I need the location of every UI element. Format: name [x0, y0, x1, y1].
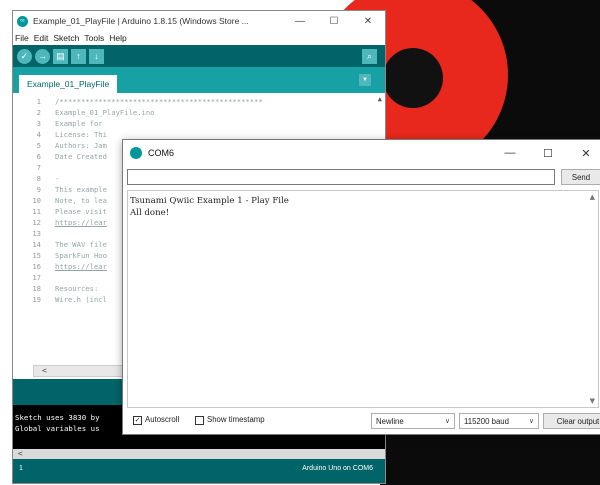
autoscroll-checkbox[interactable]: ✓: [133, 416, 142, 425]
show-timestamp-checkbox[interactable]: [195, 416, 204, 425]
baud-rate-value: 115200 baud: [464, 416, 509, 426]
console-line: Global variables us: [15, 424, 100, 433]
open-sketch-button[interactable]: ↑: [71, 48, 86, 64]
output-line: Tsunami Qwiic Example 1 - Play File: [130, 196, 289, 206]
code-line: 13: [32, 229, 41, 238]
code-line: 6 Date Created: [36, 152, 107, 161]
upload-button[interactable]: →: [35, 48, 50, 64]
send-button[interactable]: Send: [561, 169, 600, 185]
ide-footer: 1 Arduino Uno on COM6: [13, 459, 385, 483]
arduino-logo-icon: [130, 147, 142, 159]
chevron-down-icon: ∨: [444, 418, 450, 425]
chevron-down-icon: ∨: [528, 418, 534, 425]
line-number-indicator: 1: [19, 465, 23, 472]
serial-minimize-button[interactable]: —: [491, 147, 529, 159]
show-timestamp-label: Show timestamp: [207, 415, 265, 424]
code-line: 14 The WAV file: [32, 240, 107, 249]
menu-file[interactable]: File: [15, 33, 29, 43]
ide-window-title: Example_01_PlayFile | Arduino 1.8.15 (Wi…: [33, 16, 249, 26]
checkmark-icon: ✓: [20, 50, 29, 61]
serial-close-button[interactable]: ✕: [567, 147, 600, 160]
line-ending-value: Newline: [376, 416, 404, 426]
console-line: Sketch uses 3830 by: [15, 413, 100, 422]
serial-maximize-button[interactable]: ☐: [529, 147, 567, 160]
output-line: All done!: [130, 208, 170, 218]
code-line: 8-: [36, 174, 60, 183]
dropdown-arrow-icon: ▼: [362, 77, 368, 83]
code-line: 12 https://lear: [32, 218, 107, 227]
menu-tools[interactable]: Tools: [84, 33, 104, 43]
arrow-down-icon: ↓: [94, 51, 99, 61]
tab-menu-button[interactable]: ▼: [359, 74, 371, 86]
new-file-icon: ▤: [56, 50, 65, 61]
menu-sketch[interactable]: Sketch: [53, 33, 79, 43]
ide-menu-bar: File Edit Sketch Tools Help: [13, 31, 385, 45]
line-ending-select[interactable]: Newline ∨: [371, 413, 455, 429]
code-line: 15 SparkFun Hoo: [32, 251, 107, 260]
verify-button[interactable]: ✓: [17, 48, 32, 64]
code-line: 19 Wire.h (incl: [32, 295, 107, 304]
ide-maximize-button[interactable]: ☐: [317, 16, 351, 27]
clear-output-button[interactable]: Clear output: [543, 413, 600, 429]
menu-edit[interactable]: Edit: [34, 33, 49, 43]
arrow-up-icon: ↑: [76, 51, 81, 61]
code-line: 1/**************************************…: [36, 97, 263, 106]
code-line: 9 This example: [36, 185, 107, 194]
code-line: 18 Resources:: [32, 284, 99, 293]
serial-input[interactable]: [127, 169, 555, 185]
ide-close-button[interactable]: ✕: [351, 16, 385, 27]
ide-tab-bar: Example_01_PlayFile ▼: [13, 67, 385, 93]
code-line: 3 Example for: [36, 119, 103, 128]
magnifier-icon: ⌕: [366, 50, 373, 61]
background-graphic-center: [383, 48, 443, 108]
ide-title-bar[interactable]: ∞ Example_01_PlayFile | Arduino 1.8.15 (…: [13, 11, 385, 31]
scroll-up-icon[interactable]: ▲: [590, 193, 595, 201]
code-line: 5 Authors: Jam: [36, 141, 107, 150]
scroll-down-icon[interactable]: ▼: [590, 397, 595, 405]
serial-monitor-button[interactable]: ⌕: [362, 48, 377, 64]
code-line: 2 Example_01_PlayFile.ino: [36, 108, 155, 117]
serial-monitor-window: COM6 — ☐ ✕ Send Tsunami Qwiic Example 1 …: [122, 139, 600, 435]
serial-options-bar: ✓ Autoscroll Show timestamp Newline ∨ 11…: [127, 412, 600, 430]
ide-toolbar: ✓ → ▤ ↑ ↓ ⌕: [13, 45, 385, 67]
new-sketch-button[interactable]: ▤: [53, 48, 68, 64]
console-horizontal-scrollbar[interactable]: <: [13, 449, 385, 459]
board-port-indicator: Arduino Uno on COM6: [302, 465, 373, 472]
code-line: 11 Please visit: [32, 207, 107, 216]
save-sketch-button[interactable]: ↓: [89, 48, 104, 64]
editor-horizontal-scrollbar[interactable]: <: [33, 365, 133, 377]
serial-window-title: COM6: [148, 148, 175, 158]
editor-scroll-up-icon[interactable]: ▲: [378, 95, 382, 103]
ide-minimize-button[interactable]: —: [283, 16, 317, 27]
arrow-right-icon: →: [38, 51, 47, 61]
baud-rate-select[interactable]: 115200 baud ∨: [459, 413, 539, 429]
tab-example-01-playfile[interactable]: Example_01_PlayFile: [19, 75, 118, 93]
code-line: 7: [36, 163, 41, 172]
autoscroll-label: Autoscroll: [145, 415, 180, 424]
serial-output[interactable]: Tsunami Qwiic Example 1 - Play File All …: [127, 190, 599, 408]
code-line: 16 https://lear: [32, 262, 107, 271]
serial-title-bar[interactable]: COM6 — ☐ ✕: [123, 140, 600, 166]
code-line: 17: [32, 273, 41, 282]
send-row: Send: [127, 169, 600, 185]
arduino-logo-icon: ∞: [17, 15, 28, 27]
menu-help[interactable]: Help: [109, 33, 126, 43]
code-line: 10 Note, to lea: [32, 196, 107, 205]
code-line: 4 License: Thi: [36, 130, 107, 139]
